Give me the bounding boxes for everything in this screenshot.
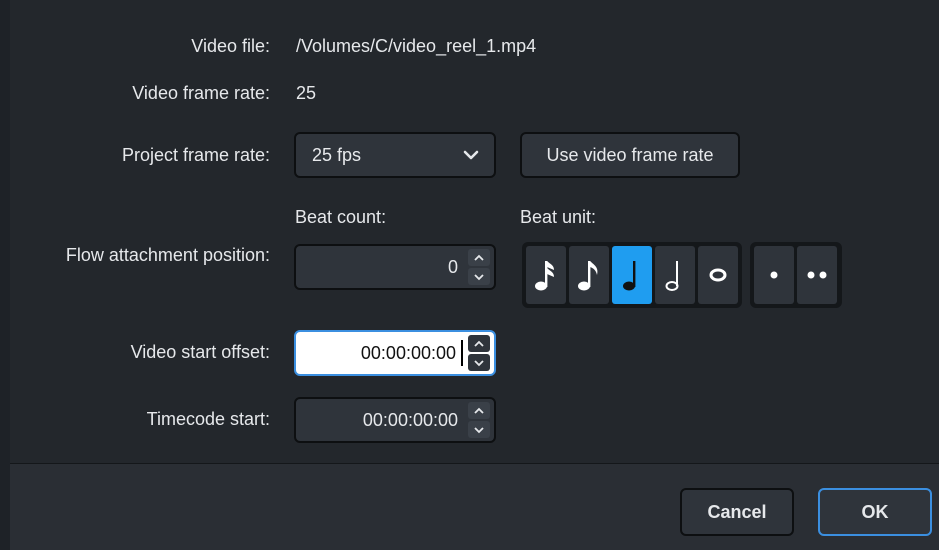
- beat-count-stepper[interactable]: 0: [294, 244, 496, 290]
- project-frame-rate-value: 25 fps: [312, 144, 362, 165]
- chevron-down-icon: [474, 273, 484, 280]
- chevron-down-icon: [474, 359, 484, 366]
- beat-count-label: Beat count:: [295, 207, 387, 227]
- cancel-button[interactable]: Cancel: [680, 488, 794, 536]
- stepper-down-button[interactable]: [468, 268, 490, 285]
- double-dot-button[interactable]: [797, 246, 837, 304]
- video-frame-rate-label: Video frame rate:: [132, 83, 270, 103]
- dialog-body: Video file: /Volumes/C/video_reel_1.mp4 …: [10, 0, 939, 463]
- whole-note-icon: [709, 268, 727, 282]
- stepper-arrows: [468, 402, 490, 438]
- beat-unit-selector: [522, 242, 742, 308]
- chevron-down-icon: [474, 426, 484, 433]
- sixteenth-note-button[interactable]: [526, 246, 566, 304]
- chevron-up-icon: [474, 340, 484, 347]
- video-file-label: Video file:: [191, 36, 270, 56]
- stepper-down-button[interactable]: [468, 421, 490, 438]
- dot-icon: [770, 271, 778, 279]
- whole-note-button[interactable]: [698, 246, 738, 304]
- project-frame-rate-label: Project frame rate:: [121, 145, 270, 165]
- ok-button[interactable]: OK: [818, 488, 932, 536]
- stepper-arrows: [468, 335, 490, 371]
- dot-selector: [750, 242, 842, 308]
- chevron-up-icon: [474, 254, 484, 261]
- flow-attachment-position-label: Flow attachment position:: [65, 245, 270, 265]
- sixteenth-note-icon: [535, 261, 554, 291]
- video-file-value: /Volumes/C/video_reel_1.mp4: [296, 36, 537, 56]
- video-frame-rate-value: 25: [296, 83, 317, 103]
- quarter-note-icon: [623, 261, 636, 291]
- video-start-offset-value: 00:00:00:00: [360, 343, 456, 363]
- stepper-up-button[interactable]: [468, 249, 490, 266]
- chevron-up-icon: [474, 407, 484, 414]
- timecode-start-input[interactable]: 00:00:00:00: [294, 397, 496, 443]
- eighth-note-button[interactable]: [569, 246, 609, 304]
- half-note-icon: [665, 261, 679, 291]
- beat-unit-label: Beat unit:: [520, 207, 597, 227]
- video-properties-dialog: Video file: /Volumes/C/video_reel_1.mp4 …: [10, 0, 939, 550]
- double-dot-icon: [807, 271, 827, 279]
- timecode-start-value: 00:00:00:00: [362, 410, 458, 430]
- stepper-up-button[interactable]: [468, 402, 490, 419]
- single-dot-button[interactable]: [754, 246, 794, 304]
- beat-count-value: 0: [447, 257, 458, 277]
- eighth-note-icon: [578, 261, 598, 291]
- dialog-footer: Cancel OK: [10, 463, 939, 550]
- video-start-offset-input[interactable]: 00:00:00:00: [294, 330, 496, 376]
- stepper-up-button[interactable]: [468, 335, 490, 352]
- chevron-down-icon: [463, 150, 479, 160]
- text-caret: [461, 340, 463, 366]
- quarter-note-button[interactable]: [612, 246, 652, 304]
- use-video-frame-rate-button[interactable]: Use video frame rate: [520, 132, 740, 178]
- project-frame-rate-dropdown[interactable]: 25 fps: [294, 132, 496, 178]
- video-start-offset-label: Video start offset:: [130, 342, 270, 362]
- timecode-start-label: Timecode start:: [146, 409, 270, 429]
- stepper-arrows: [468, 249, 490, 285]
- stepper-down-button[interactable]: [468, 354, 490, 371]
- half-note-button[interactable]: [655, 246, 695, 304]
